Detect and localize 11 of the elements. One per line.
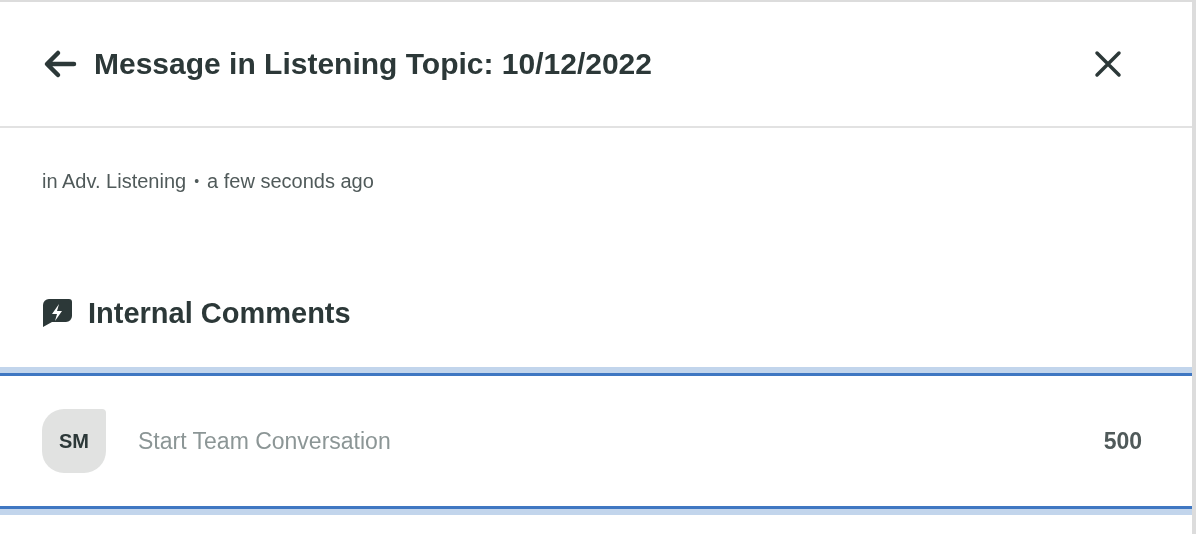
comment-input-field[interactable]: Start Team Conversation — [138, 424, 1104, 458]
separator-dot: • — [194, 173, 200, 189]
user-avatar: SM — [42, 409, 106, 473]
panel-title: Message in Listening Topic: 10/12/2022 — [94, 47, 653, 81]
section-heading: Internal Comments — [88, 296, 351, 330]
close-icon[interactable] — [1094, 50, 1122, 78]
topic-location: in Adv. Listening — [42, 169, 187, 193]
timestamp: a few seconds ago — [207, 169, 374, 193]
character-counter: 500 — [1103, 427, 1142, 455]
comment-bolt-icon — [42, 298, 72, 328]
back-arrow-icon[interactable] — [42, 49, 78, 79]
